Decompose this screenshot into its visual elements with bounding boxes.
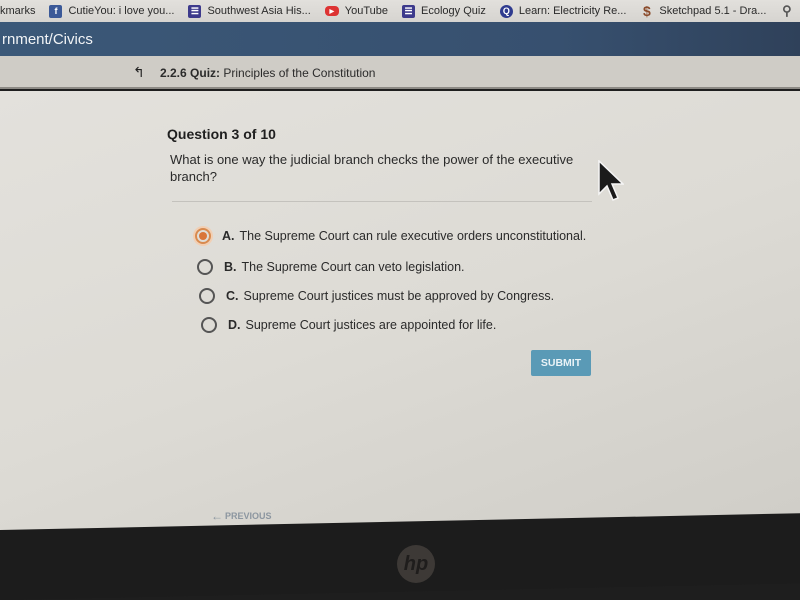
option-text: The Supreme Court can rule executive ord… bbox=[239, 229, 587, 243]
option-letter: B. bbox=[224, 260, 237, 274]
bookmark-label: kmarks bbox=[0, 5, 36, 17]
previous-label: PREVIOUS bbox=[225, 511, 272, 521]
bookmarks-bar: kmarks f CutieYou: i love you... ☰ South… bbox=[0, 0, 800, 22]
sketchpad-icon: $ bbox=[643, 3, 651, 19]
lesson-bar: ↰ 2.2.6 Quiz: Principles of the Constitu… bbox=[0, 56, 800, 89]
youtube-icon: ▶ bbox=[324, 6, 339, 16]
answer-option-c[interactable]: C. Supreme Court justices must be approv… bbox=[199, 288, 554, 304]
answer-option-b[interactable]: B. The Supreme Court can veto legislatio… bbox=[197, 259, 465, 275]
submit-button[interactable]: SUBMIT bbox=[531, 350, 591, 376]
previous-button[interactable]: ← PREVIOUS bbox=[211, 509, 272, 523]
bookmark-cutieyou[interactable]: f CutieYou: i love you... bbox=[49, 4, 175, 18]
option-letter: A. bbox=[222, 229, 235, 243]
mouse-cursor-icon bbox=[598, 160, 624, 201]
option-text: Supreme Court justices are appointed for… bbox=[245, 318, 497, 332]
option-letter: C. bbox=[226, 289, 239, 303]
option-text: The Supreme Court can veto legislation. bbox=[241, 260, 465, 274]
divider bbox=[172, 201, 592, 202]
course-title: rnment/Civics bbox=[2, 30, 93, 48]
option-letter: D. bbox=[228, 318, 241, 332]
bookmark-youtube[interactable]: ▶ YouTube bbox=[324, 5, 389, 17]
quizlet-icon: Q bbox=[499, 4, 513, 18]
radio-unselected-icon[interactable] bbox=[199, 288, 215, 304]
lesson-breadcrumb: 2.2.6 Quiz: Principles of the Constituti… bbox=[160, 66, 375, 80]
facebook-icon: f bbox=[49, 4, 63, 18]
bookmark-label: Learn: Electricity Re... bbox=[518, 5, 627, 17]
bookmark-learn-electricity[interactable]: Q Learn: Electricity Re... bbox=[499, 4, 627, 18]
question-text: What is one way the judicial branch chec… bbox=[170, 152, 574, 184]
list-icon: ☰ bbox=[402, 4, 416, 18]
radio-unselected-icon[interactable] bbox=[197, 259, 213, 275]
arrow-left-icon: ← bbox=[211, 509, 223, 523]
bookmark-label: Southwest Asia His... bbox=[207, 5, 311, 17]
list-icon: ☰ bbox=[188, 4, 202, 18]
lesson-type: Quiz: bbox=[190, 66, 221, 80]
radio-selected-icon[interactable] bbox=[195, 228, 211, 244]
question-counter: Question 3 of 10 bbox=[167, 126, 276, 142]
answer-option-a[interactable]: A. The Supreme Court can rule executive … bbox=[195, 228, 586, 244]
screen: kmarks f CutieYou: i love you... ☰ South… bbox=[0, 0, 800, 600]
answer-option-d[interactable]: D. Supreme Court justices are appointed … bbox=[201, 317, 496, 333]
bookmark-sketchpad[interactable]: $ Sketchpad 5.1 - Dra... bbox=[640, 3, 767, 19]
back-to-lesson-icon[interactable]: ↰ bbox=[133, 64, 145, 81]
bookmark-label: YouTube bbox=[344, 5, 389, 17]
course-header: rnment/Civics bbox=[0, 22, 800, 56]
lesson-number: 2.2.6 bbox=[160, 66, 187, 80]
bookmark-label: CutieYou: i love you... bbox=[68, 5, 175, 17]
tree-icon: ⚲ bbox=[782, 3, 792, 18]
radio-unselected-icon[interactable] bbox=[201, 317, 217, 333]
bookmark-label: Ecology Quiz bbox=[421, 5, 486, 17]
option-text: Supreme Court justices must be approved … bbox=[243, 289, 555, 303]
bookmark-southwest-asia[interactable]: ☰ Southwest Asia His... bbox=[188, 4, 311, 18]
lesson-title: Principles of the Constitution bbox=[223, 66, 376, 80]
quiz-content: Question 3 of 10 What is one way the jud… bbox=[0, 91, 800, 541]
hp-logo-icon: hp bbox=[397, 545, 435, 583]
bookmark-tree[interactable]: ⚲ bbox=[780, 3, 799, 18]
bookmark-label: Sketchpad 5.1 - Dra... bbox=[659, 5, 767, 17]
bookmark-ecology-quiz[interactable]: ☰ Ecology Quiz bbox=[402, 4, 486, 18]
bookmark-bookmarks[interactable]: kmarks bbox=[0, 5, 35, 17]
